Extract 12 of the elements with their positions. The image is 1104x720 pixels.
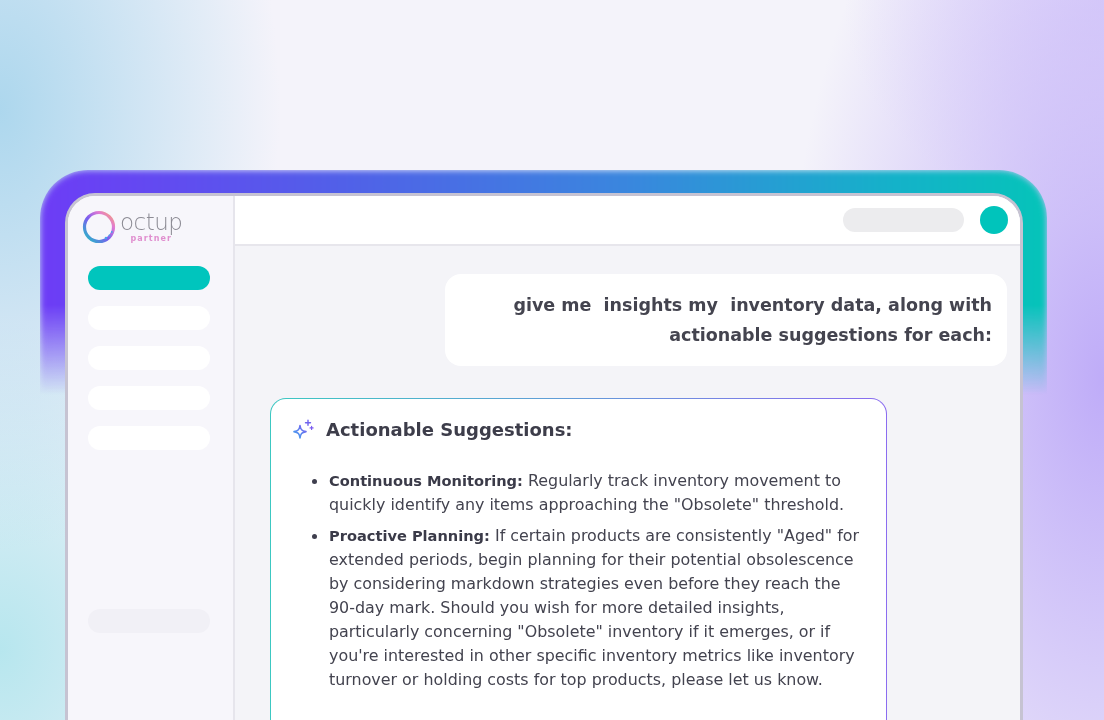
logo-ring-icon	[82, 210, 116, 244]
suggestion-text: Proactive Planning: If certain products are consistently "Aged" for extended periods, begin planning for their potential obsolescence by considering markdown strategies even before they reach the 90-day mark. Should you wish for more detailed insights, particularly concerning "Obsolete" inventory if it emerges, or if you're interested in other specific inventory metrics like inventory turnover or holding costs for top products, please let us know.	[329, 525, 861, 691]
user-message: give me insights my inventory data, along with actionable suggestions for each:	[445, 274, 1007, 366]
logo-tagline: partner	[130, 234, 173, 243]
sparkle-icon	[291, 418, 314, 442]
logo-wordmark: octup	[120, 211, 183, 234]
avatar-icon[interactable]	[980, 206, 1008, 234]
sidebar-item[interactable]	[88, 266, 210, 290]
bullet-icon	[312, 534, 317, 539]
card-title: Actionable Suggestions:	[326, 418, 573, 442]
suggestion-text: Continuous Monitoring: Regularly track inventory movement to quickly identify any items approaching the "Obsolete" threshold.	[329, 470, 846, 516]
bullet-icon	[312, 479, 317, 484]
